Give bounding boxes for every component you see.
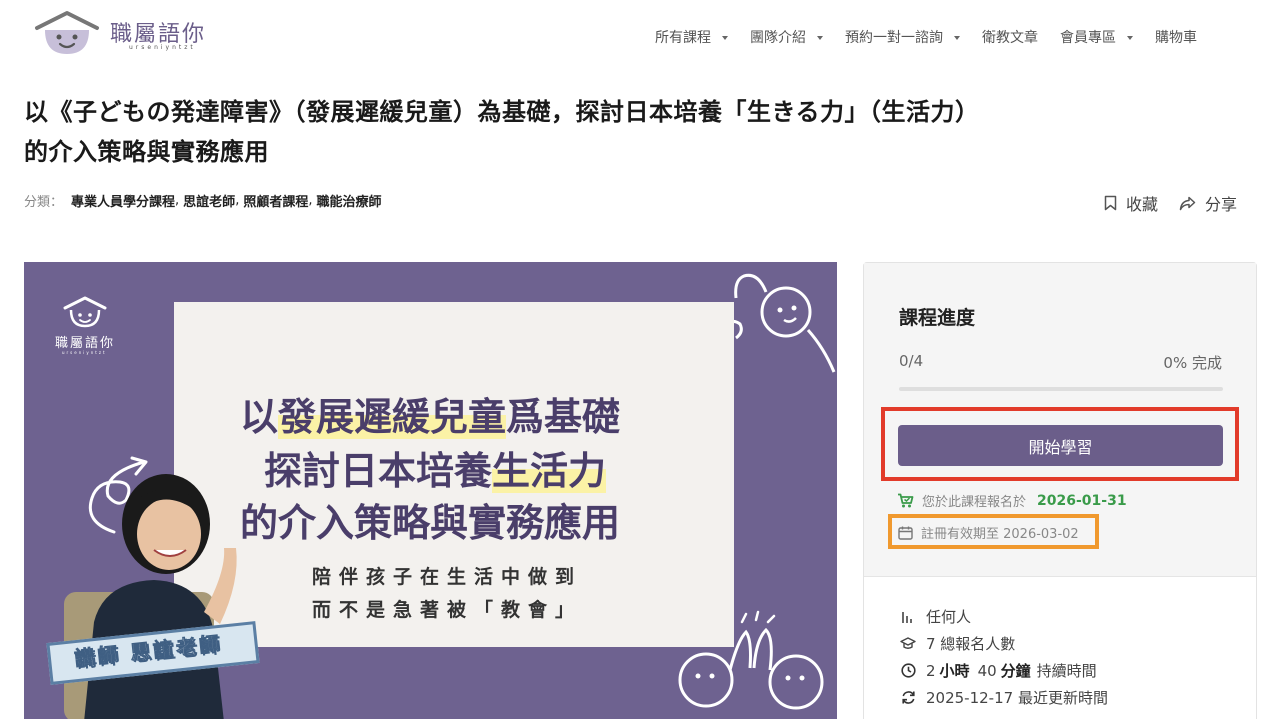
banner-subline-1: 陪伴孩子在生活中做到 (312, 566, 583, 588)
clock-icon (898, 663, 918, 678)
banner-headline-3: 的介入策略與實務應用 (240, 492, 620, 547)
progress-section: 課程進度 0/4 0% 完成 開始學習 您於此課程報名於 2026-01-31 … (864, 263, 1256, 577)
category-link[interactable]: 專業人員學分課程 (71, 191, 175, 210)
level-text: 任何人 (926, 608, 972, 626)
brand-logo[interactable]: 職屬語你 urseniyntzt (33, 8, 233, 58)
banner-logo-name: 職屬語你 (55, 336, 116, 351)
chevron-down-icon (954, 35, 960, 40)
refresh-icon (898, 690, 918, 705)
meta-updated: 2025-12-17 最近更新時間 (898, 684, 1108, 711)
main-nav: 所有課程 團隊介紹 預約一對一諮詢 衛教文章 會員專區 購物車 (655, 27, 1219, 47)
duration-suffix: 持續時間 (1036, 662, 1097, 680)
nav-consult[interactable]: 預約一對一諮詢 (845, 27, 960, 47)
banner-text: 探討日本培養 (264, 449, 493, 493)
banner-logo-sub: urseniyntzt (62, 350, 107, 355)
banner-logo-icon (63, 296, 107, 328)
house-smile-icon (35, 11, 99, 54)
chevron-down-icon (722, 35, 728, 40)
nav-label: 預約一對一諮詢 (845, 30, 943, 46)
start-learning-button[interactable]: 開始學習 (898, 425, 1223, 466)
category-link[interactable]: 照顧者課程 (243, 191, 308, 210)
banner-text: 爲基礎 (506, 395, 621, 439)
duration-minutes: 40 (977, 661, 997, 680)
category-separator: , (235, 193, 240, 208)
bookmark-icon (1104, 195, 1117, 211)
duration-minutes-unit: 分鐘 (1000, 662, 1031, 680)
bookmark-label: 收藏 (1126, 195, 1159, 214)
share-icon (1179, 196, 1196, 210)
brand-subtitle: urseniyntzt (129, 44, 196, 51)
nav-member[interactable]: 會員專區 (1060, 27, 1133, 47)
banner-text: 以 (240, 395, 279, 439)
enroll-label: 您於此課程報名於 (922, 495, 1027, 510)
banner-headline-2: 探討日本培養生活力 (264, 440, 607, 495)
nav-label: 團隊介紹 (750, 30, 806, 46)
course-meta-section: 任何人 7 總報名人數 2 小時 40 分鐘 持續時間 2025-12-17 最近更新時… (864, 577, 1256, 719)
progress-percent: 0% 完成 (1163, 354, 1222, 372)
duration-hours: 2 (926, 661, 936, 680)
expiry-text: 註冊有效期至 2026-03-02 (921, 527, 1079, 542)
meta-level: 任何人 (898, 603, 1108, 630)
course-title: 以《子どもの発達障害》（發展遲緩兒童）為基礎，探討日本培養「生きる力」（生活力）… (24, 98, 980, 166)
enroll-date: 2026-01-31 (1037, 492, 1127, 509)
bookmark-button[interactable]: 收藏 (1104, 191, 1158, 215)
nav-label: 所有課程 (655, 30, 711, 46)
progress-title: 課程進度 (899, 307, 976, 329)
banner-subline-2: 而不是急著被「教會」 (312, 599, 583, 621)
nav-cart[interactable]: 購物車 (1155, 27, 1197, 47)
share-button[interactable]: 分享 (1179, 191, 1237, 215)
course-progress-panel: 課程進度 0/4 0% 完成 開始學習 您於此課程報名於 2026-01-31 … (863, 262, 1257, 719)
calendar-icon (898, 526, 913, 540)
graduation-cap-icon (898, 637, 918, 650)
chevron-down-icon (817, 35, 823, 40)
category-label: 分類： (24, 195, 64, 210)
banner-text: 的介入策略與實務應用 (240, 501, 621, 545)
duration-hours-unit: 小時 (939, 662, 970, 680)
level-bars-icon (898, 610, 918, 624)
enrolled-text: 7 總報名人數 (926, 635, 1016, 653)
cart-check-icon (898, 493, 914, 508)
nav-label: 會員專區 (1060, 30, 1116, 46)
banner-highlight: 生活力 (492, 449, 607, 493)
progress-bar (899, 387, 1223, 391)
nav-team[interactable]: 團隊介紹 (750, 27, 823, 47)
course-banner-image: 職屬語你 urseniyntzt 以發展遲緩兒童爲基礎 探討日本培養生活力 的介… (24, 262, 837, 719)
course-meta-list: 任何人 7 總報名人數 2 小時 40 分鐘 持續時間 2025-12-17 最近更新時… (898, 603, 1108, 711)
banner-headline-1: 以發展遲緩兒童爲基礎 (240, 386, 620, 441)
meta-duration: 2 小時 40 分鐘 持續時間 (898, 657, 1108, 684)
site-header: 職屬語你 urseniyntzt 所有課程 團隊介紹 預約一對一諮詢 衛教文章 … (0, 0, 1280, 70)
chevron-down-icon (1127, 35, 1133, 40)
banner-highlight: 發展遲緩兒童 (278, 395, 507, 439)
meta-enrolled: 7 總報名人數 (898, 630, 1108, 657)
expiry-info: 註冊有效期至 2026-03-02 (898, 523, 1079, 542)
category-separator: , (175, 193, 180, 208)
share-label: 分享 (1205, 195, 1238, 214)
nav-articles[interactable]: 衛教文章 (982, 27, 1038, 47)
enrollment-info: 您於此課程報名於 2026-01-31 (897, 491, 1127, 510)
nav-label: 衛教文章 (982, 30, 1038, 46)
nav-label: 購物車 (1155, 30, 1197, 46)
updated-text: 2025-12-17 最近更新時間 (926, 689, 1108, 707)
course-actions: 收藏 分享 (1104, 191, 1258, 215)
nav-all-courses[interactable]: 所有課程 (655, 27, 728, 47)
category-link[interactable]: 思誼老師 (183, 191, 235, 210)
category-row: 分類： 專業人員學分課程, 思誼老師, 照顧者課程, 職能治療師 (24, 191, 382, 210)
progress-count: 0/4 (899, 352, 924, 370)
category-separator: , (308, 193, 313, 208)
category-link[interactable]: 職能治療師 (316, 191, 381, 210)
